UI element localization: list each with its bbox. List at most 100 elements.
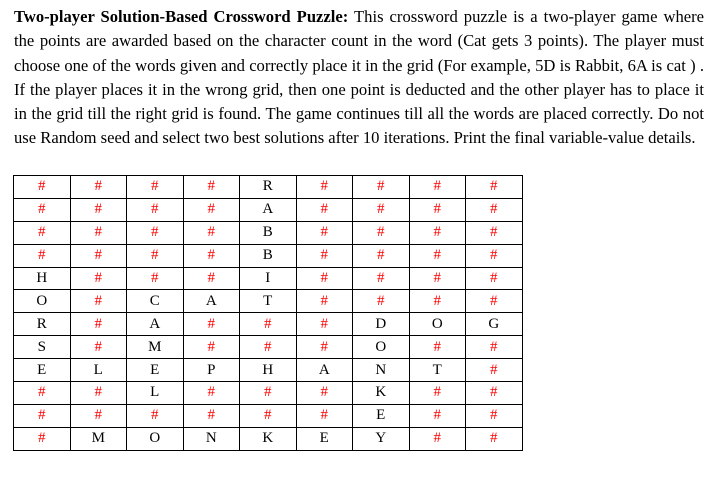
letter-cell: G [465,312,523,337]
blank-cell: # [182,335,240,360]
problem-title: Two-player Solution-Based Crossword Puzz… [14,7,349,26]
problem-statement: Two-player Solution-Based Crossword Puzz… [14,5,704,151]
letter-cell: L [126,381,184,405]
blank-cell: # [182,175,240,199]
blank-cell: # [465,266,523,291]
blank-cell: # [465,426,523,451]
grid-row: O # C A T # # # # [13,289,523,314]
blank-cell: # [408,266,466,291]
letter-cell: T [408,358,466,383]
letter-cell: E [126,358,184,383]
letter-cell: K [239,426,297,451]
blank-cell: # [408,381,466,405]
letter-cell: I [239,266,297,291]
letter-cell: M [126,335,184,360]
blank-cell: # [182,243,240,268]
letter-cell: O [13,289,71,314]
blank-cell: # [69,197,127,222]
blank-cell: # [239,381,297,405]
letter-cell: A [182,289,240,314]
blank-cell: # [352,289,410,314]
letter-cell: E [352,403,410,428]
blank-cell: # [126,403,184,428]
blank-cell: # [295,266,353,291]
blank-cell: # [239,312,297,337]
problem-text: This crossword puzzle is a two-player ga… [14,7,704,148]
blank-cell: # [408,289,466,314]
blank-cell: # [69,220,127,245]
grid-row: S # M # # # O # # [13,335,523,360]
blank-cell: # [13,220,71,245]
blank-cell: # [295,175,353,199]
blank-cell: # [295,312,353,337]
blank-cell: # [126,243,184,268]
blank-cell: # [408,175,466,199]
blank-cell: # [239,335,297,360]
letter-cell: N [352,358,410,383]
letter-cell: O [352,335,410,360]
grid-row: # # L # # # K # # [13,381,523,405]
letter-cell: H [13,266,71,291]
letter-cell: P [182,358,240,383]
crossword-grid: # # # # R # # # # # # # # A # # # # # # # # B # # # # # # # # B # # # # H # # #… [13,175,523,451]
blank-cell: # [69,243,127,268]
blank-cell: # [295,381,353,405]
blank-cell: # [465,403,523,428]
blank-cell: # [13,243,71,268]
blank-cell: # [69,312,127,337]
blank-cell: # [352,243,410,268]
blank-cell: # [182,220,240,245]
blank-cell: # [126,220,184,245]
letter-cell: A [295,358,353,383]
blank-cell: # [465,358,523,383]
blank-cell: # [69,335,127,360]
blank-cell: # [13,426,71,451]
blank-cell: # [182,266,240,291]
blank-cell: # [465,243,523,268]
letter-cell: M [69,426,127,451]
letter-cell: O [408,312,466,337]
blank-cell: # [295,403,353,428]
blank-cell: # [69,175,127,199]
blank-cell: # [69,381,127,405]
letter-cell: T [239,289,297,314]
blank-cell: # [352,220,410,245]
blank-cell: # [69,403,127,428]
blank-cell: # [69,289,127,314]
blank-cell: # [408,426,466,451]
grid-row: E L E P H A N T # [13,358,523,383]
blank-cell: # [182,381,240,405]
blank-cell: # [126,197,184,222]
blank-cell: # [352,175,410,199]
blank-cell: # [408,403,466,428]
letter-cell: O [126,426,184,451]
letter-cell: L [69,358,127,383]
blank-cell: # [13,381,71,405]
blank-cell: # [126,266,184,291]
grid-row: H # # # I # # # # [13,266,523,291]
letter-cell: Y [352,426,410,451]
letter-cell: E [13,358,71,383]
letter-cell: C [126,289,184,314]
blank-cell: # [408,243,466,268]
blank-cell: # [13,403,71,428]
blank-cell: # [239,403,297,428]
letter-cell: A [126,312,184,337]
grid-row: # M O N K E Y # # [13,426,523,451]
blank-cell: # [182,312,240,337]
blank-cell: # [182,403,240,428]
blank-cell: # [408,335,466,360]
blank-cell: # [295,335,353,360]
blank-cell: # [465,381,523,405]
letter-cell: N [182,426,240,451]
blank-cell: # [465,335,523,360]
letter-cell: E [295,426,353,451]
blank-cell: # [408,197,466,222]
letter-cell: R [13,312,71,337]
letter-cell: S [13,335,71,360]
letter-cell: A [239,197,297,222]
blank-cell: # [465,220,523,245]
blank-cell: # [465,175,523,199]
letter-cell: D [352,312,410,337]
blank-cell: # [295,220,353,245]
